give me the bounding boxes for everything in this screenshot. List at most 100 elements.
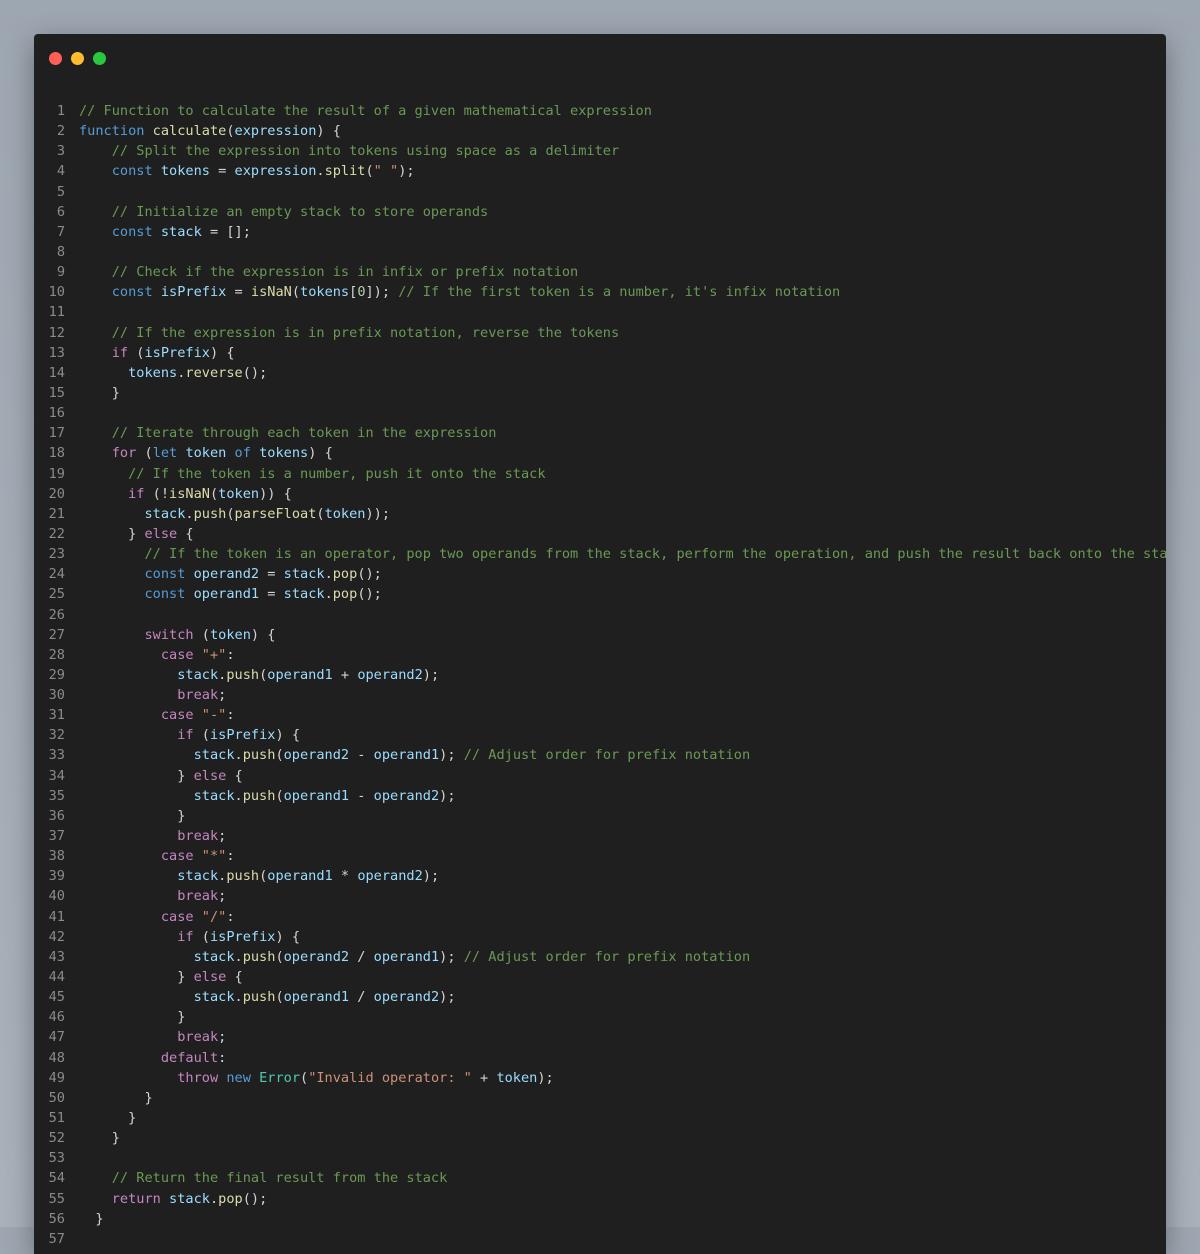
code-token-comment: // Return the final result from the stac… xyxy=(111,1170,448,1187)
code-token-var: stack xyxy=(193,747,235,764)
code-token-control: switch xyxy=(144,626,194,643)
code-token-var: token xyxy=(496,1069,538,1086)
code-text: // Function to calculate the result of a… xyxy=(79,101,652,121)
code-token-plain: (); xyxy=(357,566,382,583)
line-number: 5 xyxy=(56,183,65,200)
code-token-plain: ; xyxy=(218,1029,227,1046)
code-text: // If the token is a number, push it ont… xyxy=(79,464,546,484)
code-token-func: calculate xyxy=(152,123,227,140)
code-text: const isPrefix = isNaN(tokens[0]); // If… xyxy=(79,282,840,302)
code-token-var: operand2 xyxy=(283,948,350,965)
code-token-var: stack xyxy=(177,666,219,683)
code-line: 22 } else { xyxy=(34,524,1166,544)
code-token-plain: ( xyxy=(275,747,284,764)
code-token-control: break xyxy=(177,1029,219,1046)
line-number: 28 xyxy=(48,646,65,663)
line-number: 35 xyxy=(48,787,65,804)
code-text: // Return the final result from the stac… xyxy=(79,1168,448,1188)
code-token-keyword: const xyxy=(144,566,186,583)
line-number: 31 xyxy=(48,707,65,724)
code-token-plain: (); xyxy=(357,586,382,603)
code-text: if (isPrefix) { xyxy=(79,725,300,745)
code-token-control: if xyxy=(111,344,129,361)
code-token-plain: ( xyxy=(128,344,145,361)
line-number: 15 xyxy=(48,384,65,401)
code-token-var: isPrefix xyxy=(160,284,227,301)
line-number: 6 xyxy=(56,203,65,220)
code-token-plain: ( xyxy=(193,727,210,744)
code-token-plain: } xyxy=(79,1210,104,1227)
code-text: } xyxy=(79,1108,136,1128)
code-text: // If the token is an operator, pop two … xyxy=(79,544,1166,564)
code-text: case "*": xyxy=(79,846,235,866)
code-text: stack.push(operand1 / operand2); xyxy=(79,987,456,1007)
code-token-var: stack xyxy=(193,787,235,804)
line-number: 40 xyxy=(48,888,65,905)
code-token-control: else xyxy=(144,525,178,542)
code-token-control: case xyxy=(160,707,194,724)
code-token-plain: ( xyxy=(275,989,284,1006)
code-token-plain: ) { xyxy=(275,727,301,744)
code-window: 1 // Function to calculate the result of … xyxy=(34,34,1166,1254)
code-token-var: token xyxy=(185,445,227,462)
code-token-plain: . xyxy=(316,163,325,180)
code-token-plain: . xyxy=(234,948,243,965)
code-line: 38 case "*": xyxy=(34,846,1166,866)
line-number: 49 xyxy=(48,1069,65,1086)
code-token-plain: } xyxy=(79,969,194,986)
code-token-plain: ; xyxy=(218,828,227,845)
code-token-comment: // Adjust order for prefix notation xyxy=(463,948,751,965)
code-line: 48 default: xyxy=(34,1048,1166,1068)
code-token-var: expression xyxy=(234,123,317,140)
code-token-plain: ); xyxy=(398,163,415,180)
line-number: 24 xyxy=(48,566,65,583)
code-text: break; xyxy=(79,886,226,906)
code-line: 54 // Return the final result from the s… xyxy=(34,1168,1166,1188)
code-token-comment: // If the first token is a number, it's … xyxy=(398,284,841,301)
code-token-plain: ( xyxy=(316,505,325,522)
code-token-var: operand1 xyxy=(267,666,333,683)
line-number: 20 xyxy=(48,485,65,502)
close-window-dot-icon[interactable] xyxy=(49,52,62,65)
code-token-plain: ) { xyxy=(250,626,276,643)
code-token-plain: ); xyxy=(439,948,464,965)
code-text: case "/": xyxy=(79,907,235,927)
line-number: 22 xyxy=(48,525,65,542)
code-token-control: for xyxy=(111,445,137,462)
code-line: 33 stack.push(operand2 - operand1); // A… xyxy=(34,745,1166,765)
code-token-control: return xyxy=(111,1190,161,1207)
code-line: 32 if (isPrefix) { xyxy=(34,725,1166,745)
code-token-plain: } xyxy=(79,1130,120,1147)
maximize-window-dot-icon[interactable] xyxy=(93,52,106,65)
code-token-var: token xyxy=(209,626,251,643)
minimize-window-dot-icon[interactable] xyxy=(71,52,84,65)
code-token-var: stack xyxy=(193,989,235,1006)
line-number: 29 xyxy=(48,666,65,683)
code-token-func: pop xyxy=(332,586,358,603)
code-token-plain: } xyxy=(79,807,186,824)
line-number: 52 xyxy=(48,1130,65,1147)
code-token-plain: ) { xyxy=(275,928,301,945)
code-token-func: reverse xyxy=(185,364,243,381)
code-token-plain: ; xyxy=(218,687,227,704)
code-token-plain: ( xyxy=(300,1069,309,1086)
code-token-number: 0 xyxy=(357,284,366,301)
code-token-comment: // If the token is a number, push it ont… xyxy=(128,465,546,482)
code-token-plain: . xyxy=(234,989,243,1006)
code-token-plain: ); xyxy=(537,1069,554,1086)
